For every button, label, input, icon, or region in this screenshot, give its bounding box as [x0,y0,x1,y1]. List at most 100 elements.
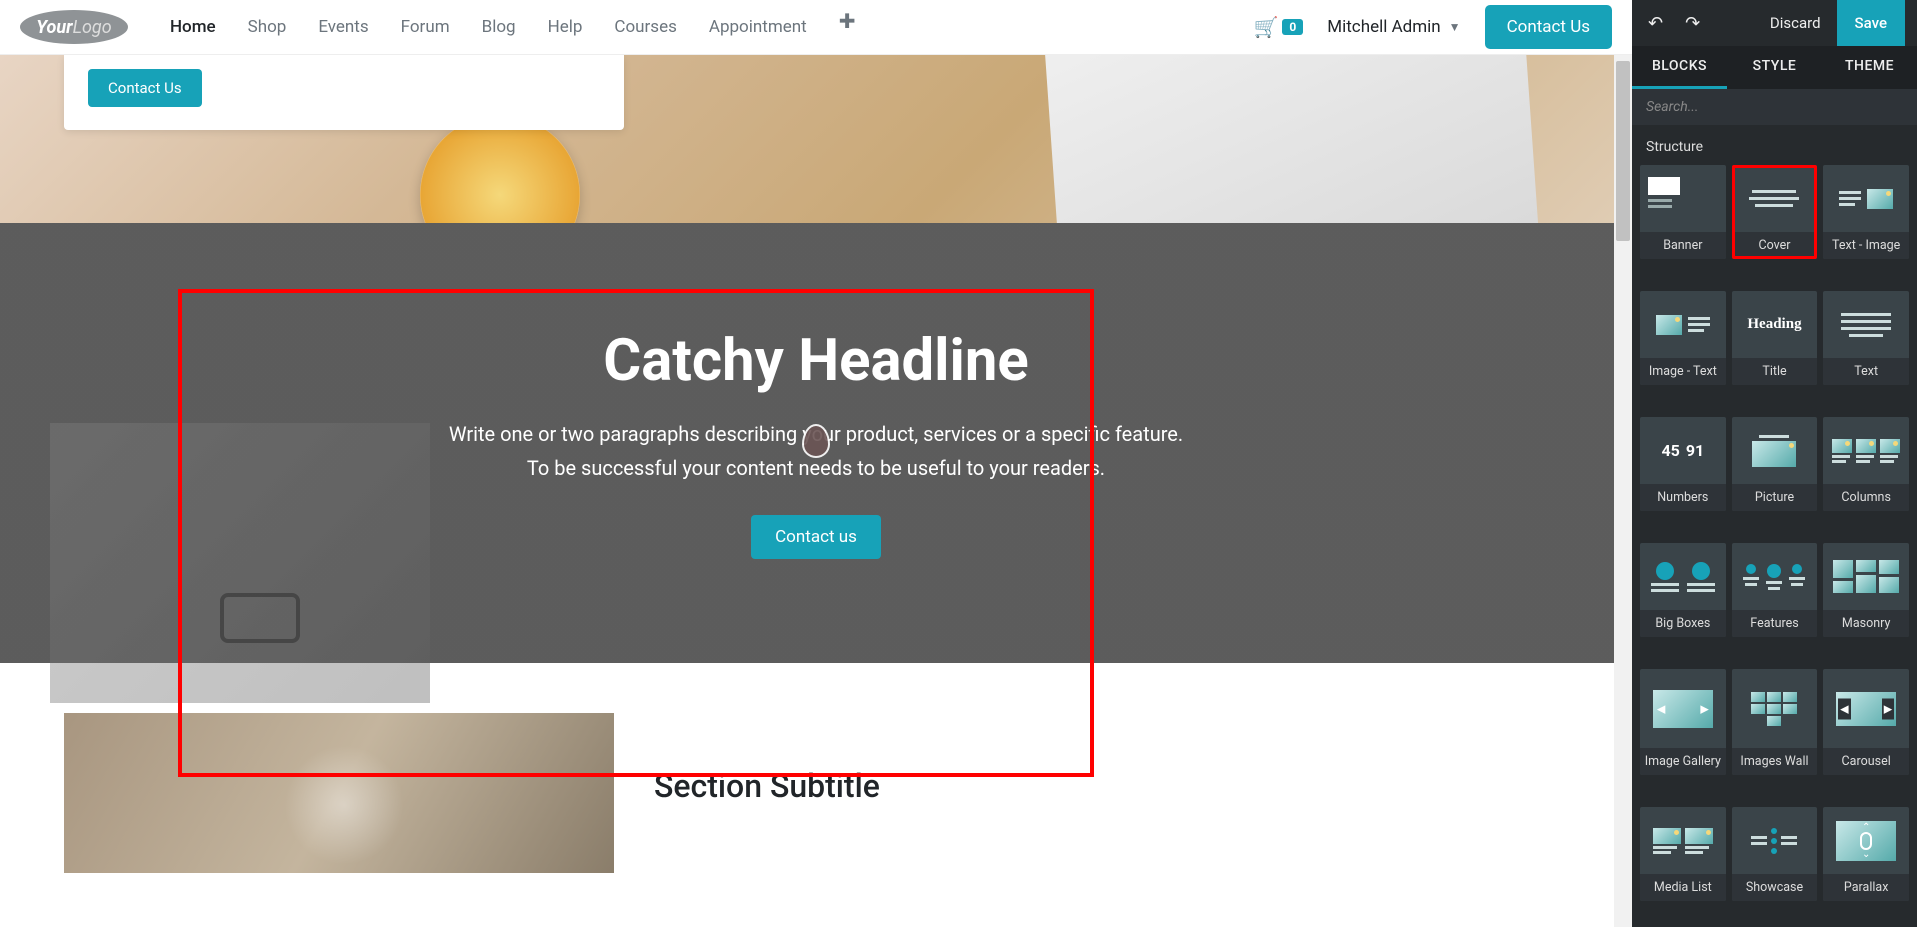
text-image-preview-icon [1839,189,1893,209]
block-label: Showcase [1732,874,1818,901]
block-label: Parallax [1823,874,1909,901]
drag-droplet-icon [802,424,830,458]
cart-button[interactable]: 🛒 0 [1253,15,1303,39]
columns-preview-icon [1832,439,1900,463]
block-label: Big Boxes [1640,610,1726,637]
block-numbers[interactable]: 4591 Numbers [1640,417,1726,511]
block-showcase[interactable]: Showcase [1732,807,1818,901]
save-button[interactable]: Save [1837,0,1905,46]
nav-link-appointment[interactable]: Appointment [695,9,821,45]
block-text-image[interactable]: Text - Image [1823,165,1909,259]
background-clip-decor [220,593,300,643]
undo-icon: ↶ [1648,13,1663,34]
user-name: Mitchell Admin [1327,17,1440,37]
canvas-scrollbar[interactable] [1614,55,1632,927]
nav-link-courses[interactable]: Courses [600,9,690,45]
nav-links: Home Shop Events Forum Blog Help Courses… [156,9,869,45]
block-parallax[interactable]: ⌃⌄ Parallax [1823,807,1909,901]
tab-style[interactable]: STYLE [1727,46,1822,89]
gallery-preview-icon: ◀▶ [1653,690,1713,728]
block-banner[interactable]: Banner [1640,165,1726,259]
block-label: Picture [1732,484,1818,511]
blocks-grid: Banner Cover Text - Image Image - Text H… [1632,165,1917,927]
block-columns[interactable]: Columns [1823,417,1909,511]
cart-count-badge: 0 [1282,19,1303,35]
nav-link-shop[interactable]: Shop [234,9,301,45]
numbers-preview-icon: 4591 [1661,441,1704,460]
masonry-preview-icon [1833,560,1899,593]
block-label: Media List [1640,874,1726,901]
parallax-preview-icon: ⌃⌄ [1836,821,1896,861]
big-boxes-preview-icon [1649,562,1717,592]
block-title[interactable]: Heading Title [1732,291,1818,385]
subtitle-image[interactable] [64,713,614,873]
block-search-input[interactable] [1632,89,1917,125]
block-masonry[interactable]: Masonry [1823,543,1909,637]
title-preview-icon: Heading [1747,316,1801,333]
cover-headline[interactable]: Catchy Headline [449,327,1183,395]
nav-link-events[interactable]: Events [304,9,382,45]
block-picture[interactable]: Picture [1732,417,1818,511]
editor-sidebar: ↶ ↷ Discard Save BLOCKS STYLE THEME Stru… [1632,0,1917,927]
top-navbar: YourLogo Home Shop Events Forum Blog Hel… [0,0,1632,55]
block-label: Text - Image [1823,232,1909,259]
block-media-list[interactable]: Media List [1640,807,1726,901]
carousel-preview-icon: ◀▶ [1836,692,1896,726]
block-label: Title [1732,358,1818,385]
cart-icon: 🛒 [1253,15,1278,39]
block-label: Text [1823,358,1909,385]
media-list-preview-icon [1653,828,1713,854]
hero-card[interactable]: Contact Us [64,55,624,130]
cover-preview-icon [1749,190,1799,207]
redo-button[interactable]: ↷ [1681,9,1704,38]
nav-link-home[interactable]: Home [156,9,230,45]
block-text[interactable]: Text [1823,291,1909,385]
undo-button[interactable]: ↶ [1644,9,1667,38]
picture-preview-icon [1752,435,1796,467]
text-preview-icon [1841,313,1891,337]
section-title-structure: Structure [1632,125,1917,165]
logo-text-logo: Logo [73,17,112,38]
sidebar-tabs: BLOCKS STYLE THEME [1632,46,1917,89]
sidebar-topbar: ↶ ↷ Discard Save [1632,0,1917,46]
tab-blocks[interactable]: BLOCKS [1632,46,1727,89]
tab-theme[interactable]: THEME [1822,46,1917,89]
block-label: Columns [1823,484,1909,511]
site-logo[interactable]: YourLogo [20,10,128,44]
section-subtitle-heading[interactable]: Section Subtitle [654,767,880,805]
block-label: Banner [1640,232,1726,259]
image-text-preview-icon [1656,315,1710,335]
hero-banner-section[interactable]: Contact Us [0,55,1632,223]
block-carousel[interactable]: ◀▶ Carousel [1823,669,1909,775]
block-search [1632,89,1917,125]
contact-us-button[interactable]: Contact Us [1485,5,1612,49]
cover-cta-button[interactable]: Contact us [751,515,881,559]
page-canvas[interactable]: Contact Us Catchy Headline Write one or … [0,55,1632,927]
block-image-gallery[interactable]: ◀▶ Image Gallery [1640,669,1726,775]
block-label: Numbers [1640,484,1726,511]
scrollbar-thumb[interactable] [1616,61,1630,241]
nav-link-help[interactable]: Help [534,9,597,45]
block-image-text[interactable]: Image - Text [1640,291,1726,385]
cover-section[interactable]: Catchy Headline Write one or two paragra… [0,223,1632,663]
nav-add-menu-icon[interactable]: ✚ [825,9,870,45]
hero-card-contact-button[interactable]: Contact Us [88,69,202,107]
block-label: Features [1732,610,1818,637]
block-images-wall[interactable]: Images Wall [1732,669,1818,775]
block-label: Images Wall [1732,748,1818,775]
nav-link-blog[interactable]: Blog [468,9,530,45]
features-preview-icon [1742,564,1806,590]
block-big-boxes[interactable]: Big Boxes [1640,543,1726,637]
images-wall-preview-icon [1751,692,1797,726]
block-label: Image - Text [1640,358,1726,385]
user-menu[interactable]: Mitchell Admin ▼ [1327,17,1460,37]
block-label: Image Gallery [1640,748,1726,775]
block-features[interactable]: Features [1732,543,1818,637]
discard-button[interactable]: Discard [1754,2,1837,44]
block-cover[interactable]: Cover [1732,165,1818,259]
redo-icon: ↷ [1685,13,1700,34]
block-label: Carousel [1823,748,1909,775]
showcase-preview-icon [1751,828,1797,854]
nav-link-forum[interactable]: Forum [387,9,464,45]
block-label: Cover [1732,232,1818,259]
